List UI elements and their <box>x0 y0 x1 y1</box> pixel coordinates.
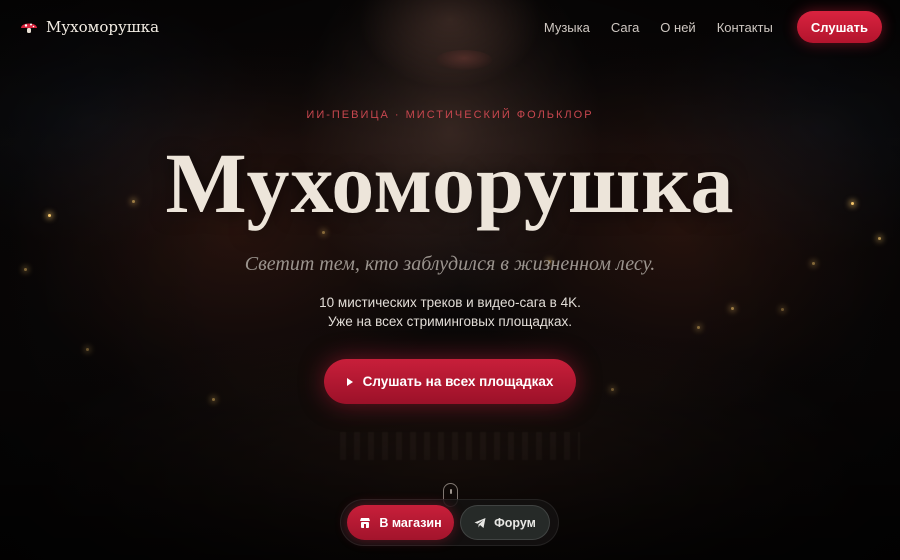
bottom-action-dock: В магазин Форум <box>340 499 559 546</box>
site-header: Мухоморушка Музыка Сага О ней Контакты С… <box>0 0 900 54</box>
forum-button-label: Форум <box>494 515 536 530</box>
nav-link-contacts[interactable]: Контакты <box>717 20 773 35</box>
telegram-icon <box>474 517 486 528</box>
hero-tagline: Светит тем, кто заблудился в жизненном л… <box>244 253 656 275</box>
nav-link-about[interactable]: О ней <box>660 20 695 35</box>
sparkle <box>212 398 215 401</box>
listen-all-platforms-label: Слушать на всех площадках <box>362 374 554 389</box>
listen-button[interactable]: Слушать <box>796 11 882 43</box>
sparkle <box>611 388 614 391</box>
main-nav: Музыка Сага О ней Контакты <box>544 20 773 35</box>
hero-description: 10 мистических треков и видео-сага в 4K.… <box>0 293 900 331</box>
shop-button-label: В магазин <box>379 515 442 530</box>
brand-name: Мухоморушка <box>46 18 160 36</box>
hero-description-line-2: Уже на всех стриминговых площадках. <box>328 314 572 329</box>
sparkle <box>878 237 881 240</box>
hero-title: Мухоморушка <box>165 135 735 231</box>
nav-link-music[interactable]: Музыка <box>544 20 590 35</box>
listen-all-platforms-button[interactable]: Слушать на всех площадках <box>324 359 576 404</box>
shop-icon <box>360 517 371 528</box>
mushroom-icon <box>21 23 37 33</box>
play-icon <box>346 377 353 386</box>
forum-button[interactable]: Форум <box>460 505 550 540</box>
nav-link-saga[interactable]: Сага <box>611 20 639 35</box>
background-vignette <box>0 0 900 560</box>
brand-link[interactable]: Мухоморушка <box>20 18 159 36</box>
sparkle <box>86 348 89 351</box>
hero-eyebrow: ИИ-ПЕВИЦА · МИСТИЧЕСКИЙ ФОЛЬКЛОР <box>306 109 594 121</box>
sparkle <box>322 231 325 234</box>
hero-description-line-1: 10 мистических треков и видео-сага в 4K. <box>319 295 581 310</box>
shop-button[interactable]: В магазин <box>347 505 454 540</box>
